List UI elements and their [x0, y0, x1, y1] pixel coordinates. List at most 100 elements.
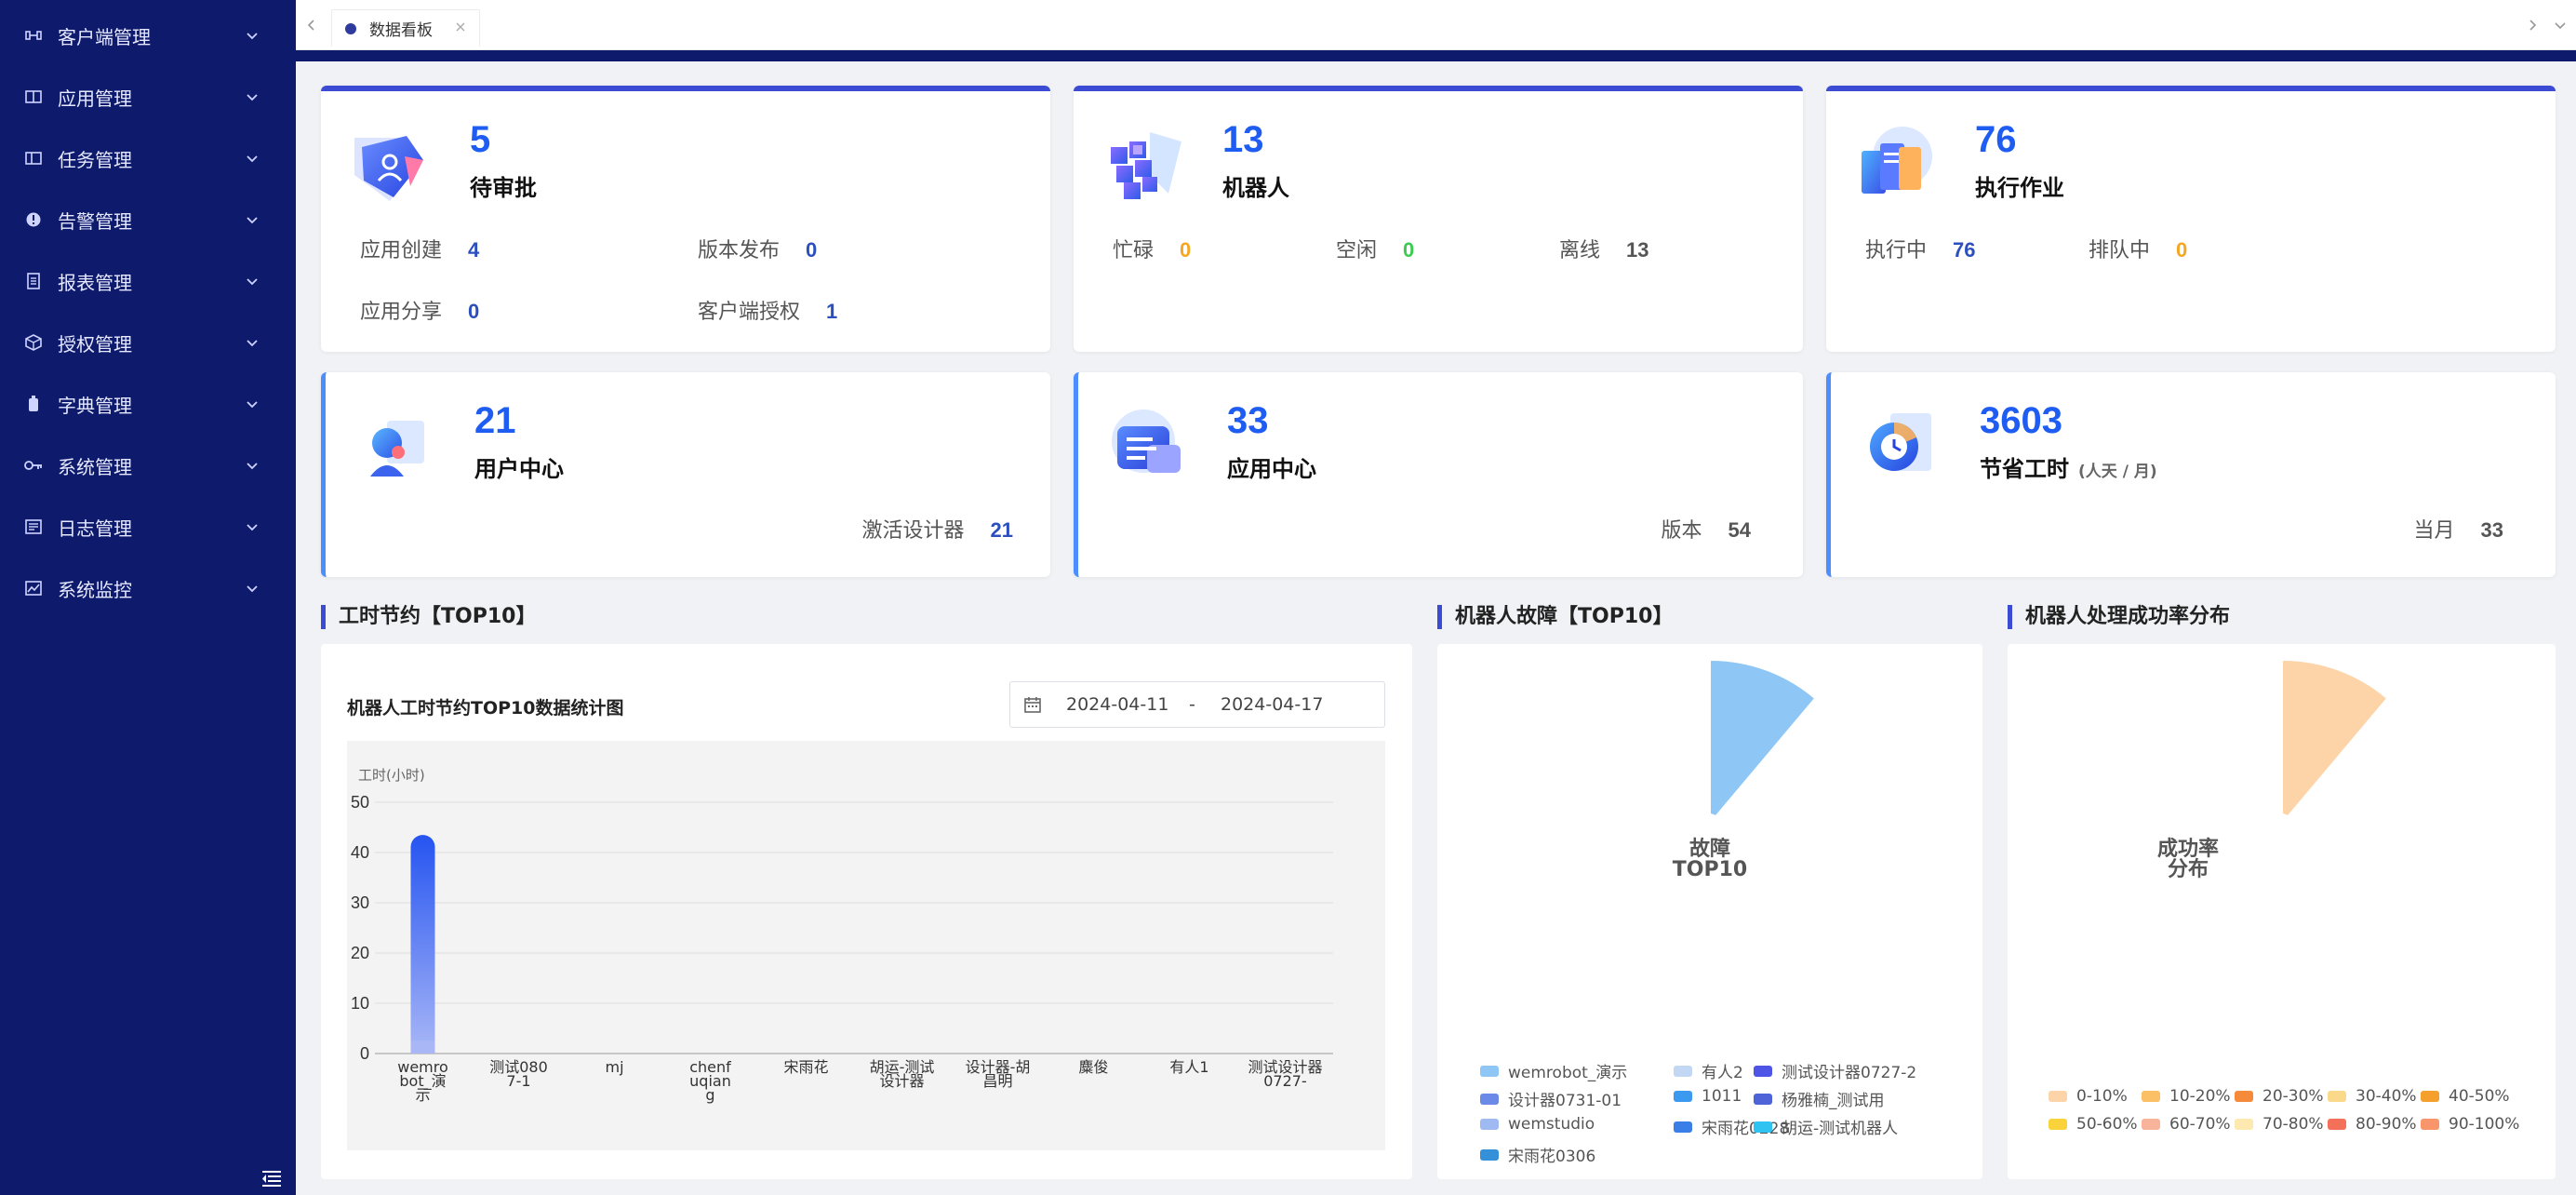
sidebar-item-system[interactable]: 系统管理 — [0, 435, 296, 496]
date-end[interactable]: 2024-04-17 — [1221, 694, 1323, 715]
center-label-line: 成功率 — [2156, 838, 2219, 861]
legend-swatch — [1754, 1093, 1772, 1105]
legend-item[interactable]: 70-80% — [2235, 1115, 2324, 1134]
legend-item[interactable]: 80-90% — [2328, 1115, 2417, 1134]
pie-slice[interactable] — [2283, 661, 2386, 815]
stat-value: 76 — [1953, 238, 1976, 262]
job-icon — [1862, 127, 1932, 194]
section-title-success: 机器人处理成功率分布 — [2008, 605, 2230, 629]
sidebar-item-auth[interactable]: 授权管理 — [0, 312, 296, 373]
sidebar-item-monitor[interactable]: 系统监控 — [0, 557, 296, 619]
stat-value: 4 — [468, 238, 480, 262]
legend-item[interactable]: 30-40% — [2328, 1087, 2417, 1106]
bar[interactable] — [410, 835, 435, 1054]
stat-queued: 排队中 0 — [2089, 234, 2187, 263]
stat-label: 执行中 — [1865, 239, 1928, 262]
sidebar-item-logs[interactable]: 日志管理 — [0, 496, 296, 557]
legend-item[interactable]: 40-50% — [2421, 1087, 2510, 1106]
sidebar-item-apps[interactable]: 应用管理 — [0, 66, 296, 128]
legend-label: 0-10% — [2076, 1087, 2128, 1106]
menu-collapse-icon[interactable] — [260, 1169, 283, 1188]
legend-item[interactable]: 胡运-测试机器人 — [1754, 1115, 1898, 1138]
legend-label: 设计器0731-01 — [1508, 1092, 1622, 1110]
y-tick-label: 0 — [360, 1044, 369, 1063]
stat-this-month: 当月 33 — [2414, 514, 2504, 544]
x-tick-label: 测试设计器 0727- — [1248, 1058, 1322, 1090]
legend-item[interactable]: 50-60% — [2049, 1115, 2138, 1134]
key-icon — [24, 456, 43, 475]
legend-item[interactable]: 测试设计器0727-2 — [1754, 1059, 1916, 1082]
legend-item[interactable]: 设计器0731-01 — [1480, 1087, 1622, 1110]
x-tick-label: mj — [605, 1058, 623, 1076]
legend-item[interactable]: wemrobot_演示 — [1480, 1059, 1627, 1082]
date-range-picker[interactable]: 2024-04-11 - 2024-04-17 — [1009, 681, 1385, 728]
chevron-down-icon — [247, 340, 258, 347]
savings-count: 3603 — [1980, 400, 2062, 441]
sidebar-item-label: 报表管理 — [58, 271, 132, 294]
sidebar: 客户端管理 应用管理 任务管理 告警管理 报表管理 授权管理 字典管理 系统管理 — [0, 0, 296, 1195]
x-tick-label: 测试080 7-1 — [489, 1058, 548, 1090]
legend-label: 10-20% — [2169, 1087, 2231, 1106]
legend-item[interactable]: 1011 — [1674, 1087, 1742, 1106]
chevron-down-icon[interactable] — [2552, 17, 2569, 34]
fault-center-label: 故障 TOP10 — [1617, 839, 1803, 880]
stat-value: 54 — [1728, 518, 1751, 542]
tab-dashboard[interactable]: 数据看板 — [331, 9, 480, 47]
y-tick-label: 40 — [351, 843, 369, 862]
x-tick-label: 宋雨花 — [783, 1058, 828, 1076]
legend-label: wemstudio — [1508, 1115, 1595, 1134]
legend-item[interactable]: 20-30% — [2235, 1087, 2324, 1106]
user-center-icon — [370, 421, 424, 477]
legend-item[interactable]: 90-100% — [2421, 1115, 2519, 1134]
approval-title: 待审批 — [470, 175, 537, 201]
legend-label: 70-80% — [2262, 1115, 2324, 1134]
legend-swatch — [1674, 1065, 1692, 1077]
stat-label: 版本发布 — [698, 239, 781, 262]
legend-item[interactable]: 杨雅楠_测试用 — [1754, 1087, 1885, 1110]
approval-count: 5 — [470, 119, 491, 160]
legend-label: 80-90% — [2356, 1115, 2417, 1134]
chevron-down-icon — [247, 155, 258, 163]
legend-item[interactable]: 有人2 — [1674, 1059, 1743, 1082]
sidebar-item-reports[interactable]: 报表管理 — [0, 250, 296, 312]
legend-label: 20-30% — [2262, 1087, 2324, 1106]
card-approvals: 5 待审批 应用创建 4 版本发布 0 应用分享 0 客户端授权 1 — [321, 86, 1050, 352]
legend-swatch — [2142, 1091, 2160, 1102]
task-icon — [24, 149, 43, 168]
stat-value: 0 — [806, 238, 818, 262]
legend-label: 杨雅楠_测试用 — [1782, 1092, 1885, 1110]
date-start[interactable]: 2024-04-11 — [1066, 694, 1168, 715]
legend-item[interactable]: 0-10% — [2049, 1087, 2128, 1106]
legend-item[interactable]: 宋雨花0306 — [1480, 1143, 1595, 1166]
stat-label: 忙碌 — [1113, 239, 1155, 262]
stat-value: 0 — [2176, 238, 2188, 262]
legend-label: 50-60% — [2076, 1115, 2138, 1134]
legend-label: 60-70% — [2169, 1115, 2231, 1134]
legend-swatch — [2049, 1091, 2067, 1102]
savings-unit: (人天 / 月) — [2078, 463, 2157, 481]
auth-icon — [24, 333, 43, 352]
stat-value: 0 — [1180, 238, 1192, 262]
legend-item[interactable]: wemstudio — [1480, 1115, 1595, 1134]
stat-idle: 空闲 0 — [1336, 234, 1414, 263]
center-label-line: 分布 — [2167, 858, 2209, 881]
user-title: 用户中心 — [474, 456, 564, 482]
chevron-right-icon[interactable] — [2524, 17, 2541, 34]
stat-label: 版本 — [1661, 519, 1702, 543]
legend-item[interactable]: 10-20% — [2142, 1087, 2231, 1106]
legend-item[interactable]: 60-70% — [2142, 1115, 2231, 1134]
success-pie-chart — [2283, 661, 2386, 815]
success-panel: 成功率 分布 0-10% 10-20% 20-30% 30-40% 40-50% 50-6… — [2008, 644, 2556, 1179]
sidebar-item-label: 告警管理 — [58, 209, 132, 233]
bar-chart-area: 工时(小时) 0 10 20 30 40 50 wemro bot_演示 测试080 7-1 mj ch… — [347, 741, 1385, 1150]
close-icon[interactable] — [453, 20, 468, 34]
sidebar-item-dictionary[interactable]: 字典管理 — [0, 373, 296, 435]
tab-bar: 数据看板 — [296, 0, 2576, 50]
sidebar-item-alerts[interactable]: 告警管理 — [0, 189, 296, 250]
sidebar-item-client[interactable]: 客户端管理 — [0, 5, 296, 66]
stat-value: 21 — [990, 518, 1013, 542]
chevron-left-icon[interactable] — [303, 17, 320, 34]
stat-label: 应用分享 — [360, 301, 443, 324]
pie-slice[interactable] — [1711, 661, 1814, 815]
sidebar-item-tasks[interactable]: 任务管理 — [0, 128, 296, 189]
